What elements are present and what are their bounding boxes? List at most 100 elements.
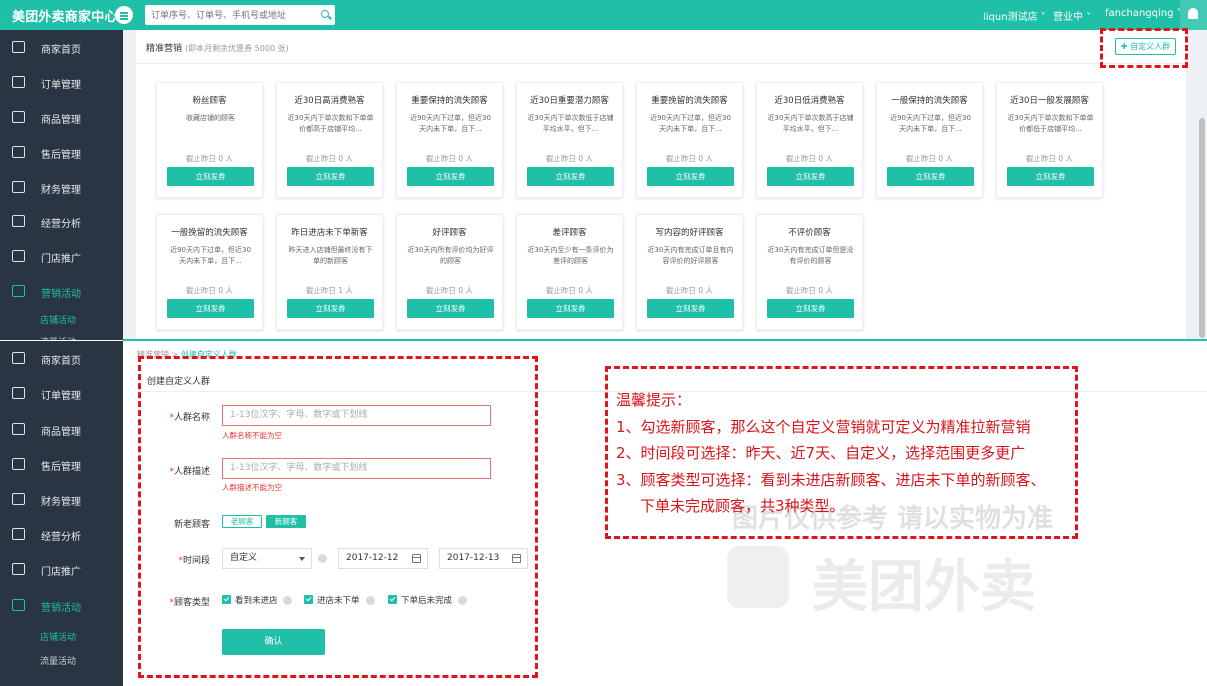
sidebar-item-marketing[interactable]: 营销活动 xyxy=(0,588,123,623)
customer-group-card: 重要保持的流失顾客近90天内下过单，但近30天内未下单，且下... 截止昨日 0 … xyxy=(396,82,503,198)
sidebar-item-promotion[interactable]: 门店推广 xyxy=(0,239,123,274)
customer-group-card: 不评价顾客 近30天内有完成订单但是没有评价的顾客 截止昨日 0 人立刻发券 xyxy=(756,214,863,330)
card-title: 一般挽留的流失顾客 xyxy=(171,228,248,238)
customer-group-card: 写内容的好评顾客 近30天内有完成订单且有内容评价的好评顾客 截止昨日 0 人立刻发… xyxy=(636,214,743,330)
card-description: 昨天进入店铺但最终没有下单的新顾客 xyxy=(288,246,373,265)
card-title: 重要保持的流失顾客 xyxy=(411,96,488,106)
sidebar-upper: 商家首页 订单管理 商品管理 售后管理 财务管理 经营分析 门店推广 营销活动 … xyxy=(0,30,123,340)
search-box[interactable] xyxy=(145,5,335,25)
card-description: 收藏店铺的顾客 xyxy=(186,114,235,122)
send-coupon-button[interactable]: 立刻发券 xyxy=(527,167,614,186)
card-count: 截止昨日 0 人 xyxy=(905,154,954,163)
search-input[interactable] xyxy=(145,5,310,25)
after-sales-icon xyxy=(12,458,25,470)
send-coupon-button[interactable]: 立刻发券 xyxy=(167,299,254,318)
card-title: 昨日进店未下单新客 xyxy=(291,228,368,238)
send-coupon-button[interactable]: 立刻发券 xyxy=(167,167,254,186)
finance-icon xyxy=(12,493,25,505)
scrollbar-thumb[interactable] xyxy=(1199,118,1205,338)
card-count: 截止昨日 0 人 xyxy=(545,286,594,295)
chart-icon xyxy=(12,215,25,227)
customer-group-card: 近30日高消费熟客 近30天内下单次数和下单单价都高于店铺平均... 截止昨日 0 … xyxy=(276,82,383,198)
customer-group-card: 差评顾客 近30天内至少有一条评价为差评的顾客 截止昨日 0 人立刻发券 xyxy=(516,214,623,330)
card-description: 近30天内所有评价均为好评的顾客 xyxy=(407,246,494,265)
sidebar-item-finance[interactable]: 财务管理 xyxy=(0,170,123,205)
highlight-form xyxy=(138,356,538,678)
send-coupon-button[interactable]: 立刻发券 xyxy=(527,299,614,318)
card-description: 近30天内有完成订单且有内容评价的好评顾客 xyxy=(647,246,734,265)
sidebar-item-marketing[interactable]: 营销活动 xyxy=(0,274,123,309)
user-menu[interactable]: fanchangqing ˅ xyxy=(1105,8,1182,19)
finance-icon xyxy=(12,181,25,193)
sidebar-lower: 商家首页 订单管理 商品管理 售后管理 财务管理 经营分析 门店推广 营销活动 … xyxy=(0,341,123,686)
customer-group-card: 一般保持的流失顾客 近90天内下过单，但近30天内未下单，且下... 截止昨日 0 … xyxy=(876,82,983,198)
promotion-icon xyxy=(12,250,25,262)
search-icon[interactable] xyxy=(321,10,329,18)
send-coupon-button[interactable]: 立刻发券 xyxy=(407,299,494,318)
send-coupon-button[interactable]: 立刻发券 xyxy=(767,299,854,318)
app-title: 美团外卖商家中心 xyxy=(12,10,118,25)
card-description: 近90天内下过单，但近30天内未下单，且下... xyxy=(890,114,971,133)
bell-icon xyxy=(1188,8,1198,19)
card-description: 近90天内下过单，但近30天内未下单，且下... xyxy=(410,114,491,133)
after-sales-icon xyxy=(12,146,25,158)
sidebar-item-after-sales[interactable]: 售后管理 xyxy=(0,135,123,170)
send-coupon-button[interactable]: 立刻发券 xyxy=(767,167,854,186)
sidebar-item-products[interactable]: 商品管理 xyxy=(0,412,123,447)
card-description: 近30天内有完成订单但是没有评价的顾客 xyxy=(767,246,854,265)
card-count: 截止昨日 0 人 xyxy=(425,286,474,295)
panel-divider xyxy=(136,63,1186,64)
highlight-tips xyxy=(605,366,1078,539)
customer-group-card: 一般挽留的流失顾客 近90天内下过单，但近30天内未下单，且下... 截止昨日 0 … xyxy=(156,214,263,330)
sidebar-item-finance[interactable]: 财务管理 xyxy=(0,482,123,517)
sidebar-item-analysis[interactable]: 经营分析 xyxy=(0,517,123,552)
card-description: 近30天内下单次数和下单单价都低于店铺平均... xyxy=(1007,114,1094,133)
send-coupon-button[interactable]: 立刻发券 xyxy=(887,167,974,186)
send-coupon-button[interactable]: 立刻发券 xyxy=(647,299,734,318)
sidebar-item-orders[interactable]: 订单管理 xyxy=(0,65,123,100)
top-bar: 美团外卖商家中心 liqun测试店 ˅ 营业中 ˅ fanchangqing ˅ xyxy=(0,0,1207,30)
gift-icon xyxy=(12,285,25,297)
sidebar-sub-store-activity[interactable]: 店铺活动 xyxy=(40,630,76,643)
sidebar-sub-traffic-activity[interactable]: 流量活动 xyxy=(40,654,76,667)
sidebar-item-home[interactable]: 商家首页 xyxy=(0,30,123,65)
card-title: 近30日低消费熟客 xyxy=(774,96,845,106)
sidebar-item-after-sales[interactable]: 售后管理 xyxy=(0,447,123,482)
card-count: 截止昨日 0 人 xyxy=(305,154,354,163)
card-count: 截止昨日 1 人 xyxy=(305,286,354,295)
card-count: 截止昨日 0 人 xyxy=(425,154,474,163)
customer-group-card: 昨日进店未下单新客昨天进入店铺但最终没有下单的新顾客截止昨日 1 人立刻发券 xyxy=(276,214,383,330)
menu-toggle-icon[interactable] xyxy=(115,6,133,24)
send-coupon-button[interactable]: 立刻发券 xyxy=(647,167,734,186)
watermark-brand: 美团外卖 xyxy=(812,555,1036,620)
customer-group-card: 好评顾客近30天内所有评价均为好评的顾客截止昨日 0 人立刻发券 xyxy=(396,214,503,330)
card-count: 截止昨日 0 人 xyxy=(1025,154,1074,163)
customer-group-card: 重要挽留的流失顾客 近90天内下过单，但近30天内未下单，且下... 截止昨日 0 … xyxy=(636,82,743,198)
card-title: 近30日高消费熟客 xyxy=(294,96,365,106)
sidebar-sub-traffic-activity[interactable]: 流量活动 xyxy=(40,335,76,340)
sidebar-item-promotion[interactable]: 门店推广 xyxy=(0,552,123,587)
highlight-custom-button xyxy=(1100,28,1188,68)
section-separator xyxy=(123,339,1207,341)
card-title: 重要挽留的流失顾客 xyxy=(651,96,728,106)
gift-icon xyxy=(12,599,25,611)
card-title: 近30日一般发展顾客 xyxy=(1010,96,1089,106)
store-selector[interactable]: liqun测试店 ˅ xyxy=(983,8,1046,23)
card-description: 近90天内下过单，但近30天内未下单，且下... xyxy=(170,246,251,265)
sidebar-item-home[interactable]: 商家首页 xyxy=(0,341,123,376)
send-coupon-button[interactable]: 立刻发券 xyxy=(407,167,494,186)
sidebar-sub-store-activity[interactable]: 店铺活动 xyxy=(40,313,76,326)
card-description: 近30天内下单次数高于店铺平均水平，但下... xyxy=(767,114,854,133)
card-count: 截止昨日 0 人 xyxy=(665,286,714,295)
card-title: 好评顾客 xyxy=(432,228,467,238)
card-title: 不评价顾客 xyxy=(788,228,831,238)
notification-button[interactable] xyxy=(1180,0,1207,30)
panel-title: 精准营销 (即本月剩余优惠券 5000 张) xyxy=(146,44,289,54)
send-coupon-button[interactable]: 立刻发券 xyxy=(287,167,374,186)
send-coupon-button[interactable]: 立刻发券 xyxy=(1007,167,1094,186)
sidebar-item-analysis[interactable]: 经营分析 xyxy=(0,204,123,239)
status-selector[interactable]: 营业中 ˅ xyxy=(1053,8,1091,23)
send-coupon-button[interactable]: 立刻发券 xyxy=(287,299,374,318)
sidebar-item-products[interactable]: 商品管理 xyxy=(0,100,123,135)
sidebar-item-orders[interactable]: 订单管理 xyxy=(0,376,123,411)
